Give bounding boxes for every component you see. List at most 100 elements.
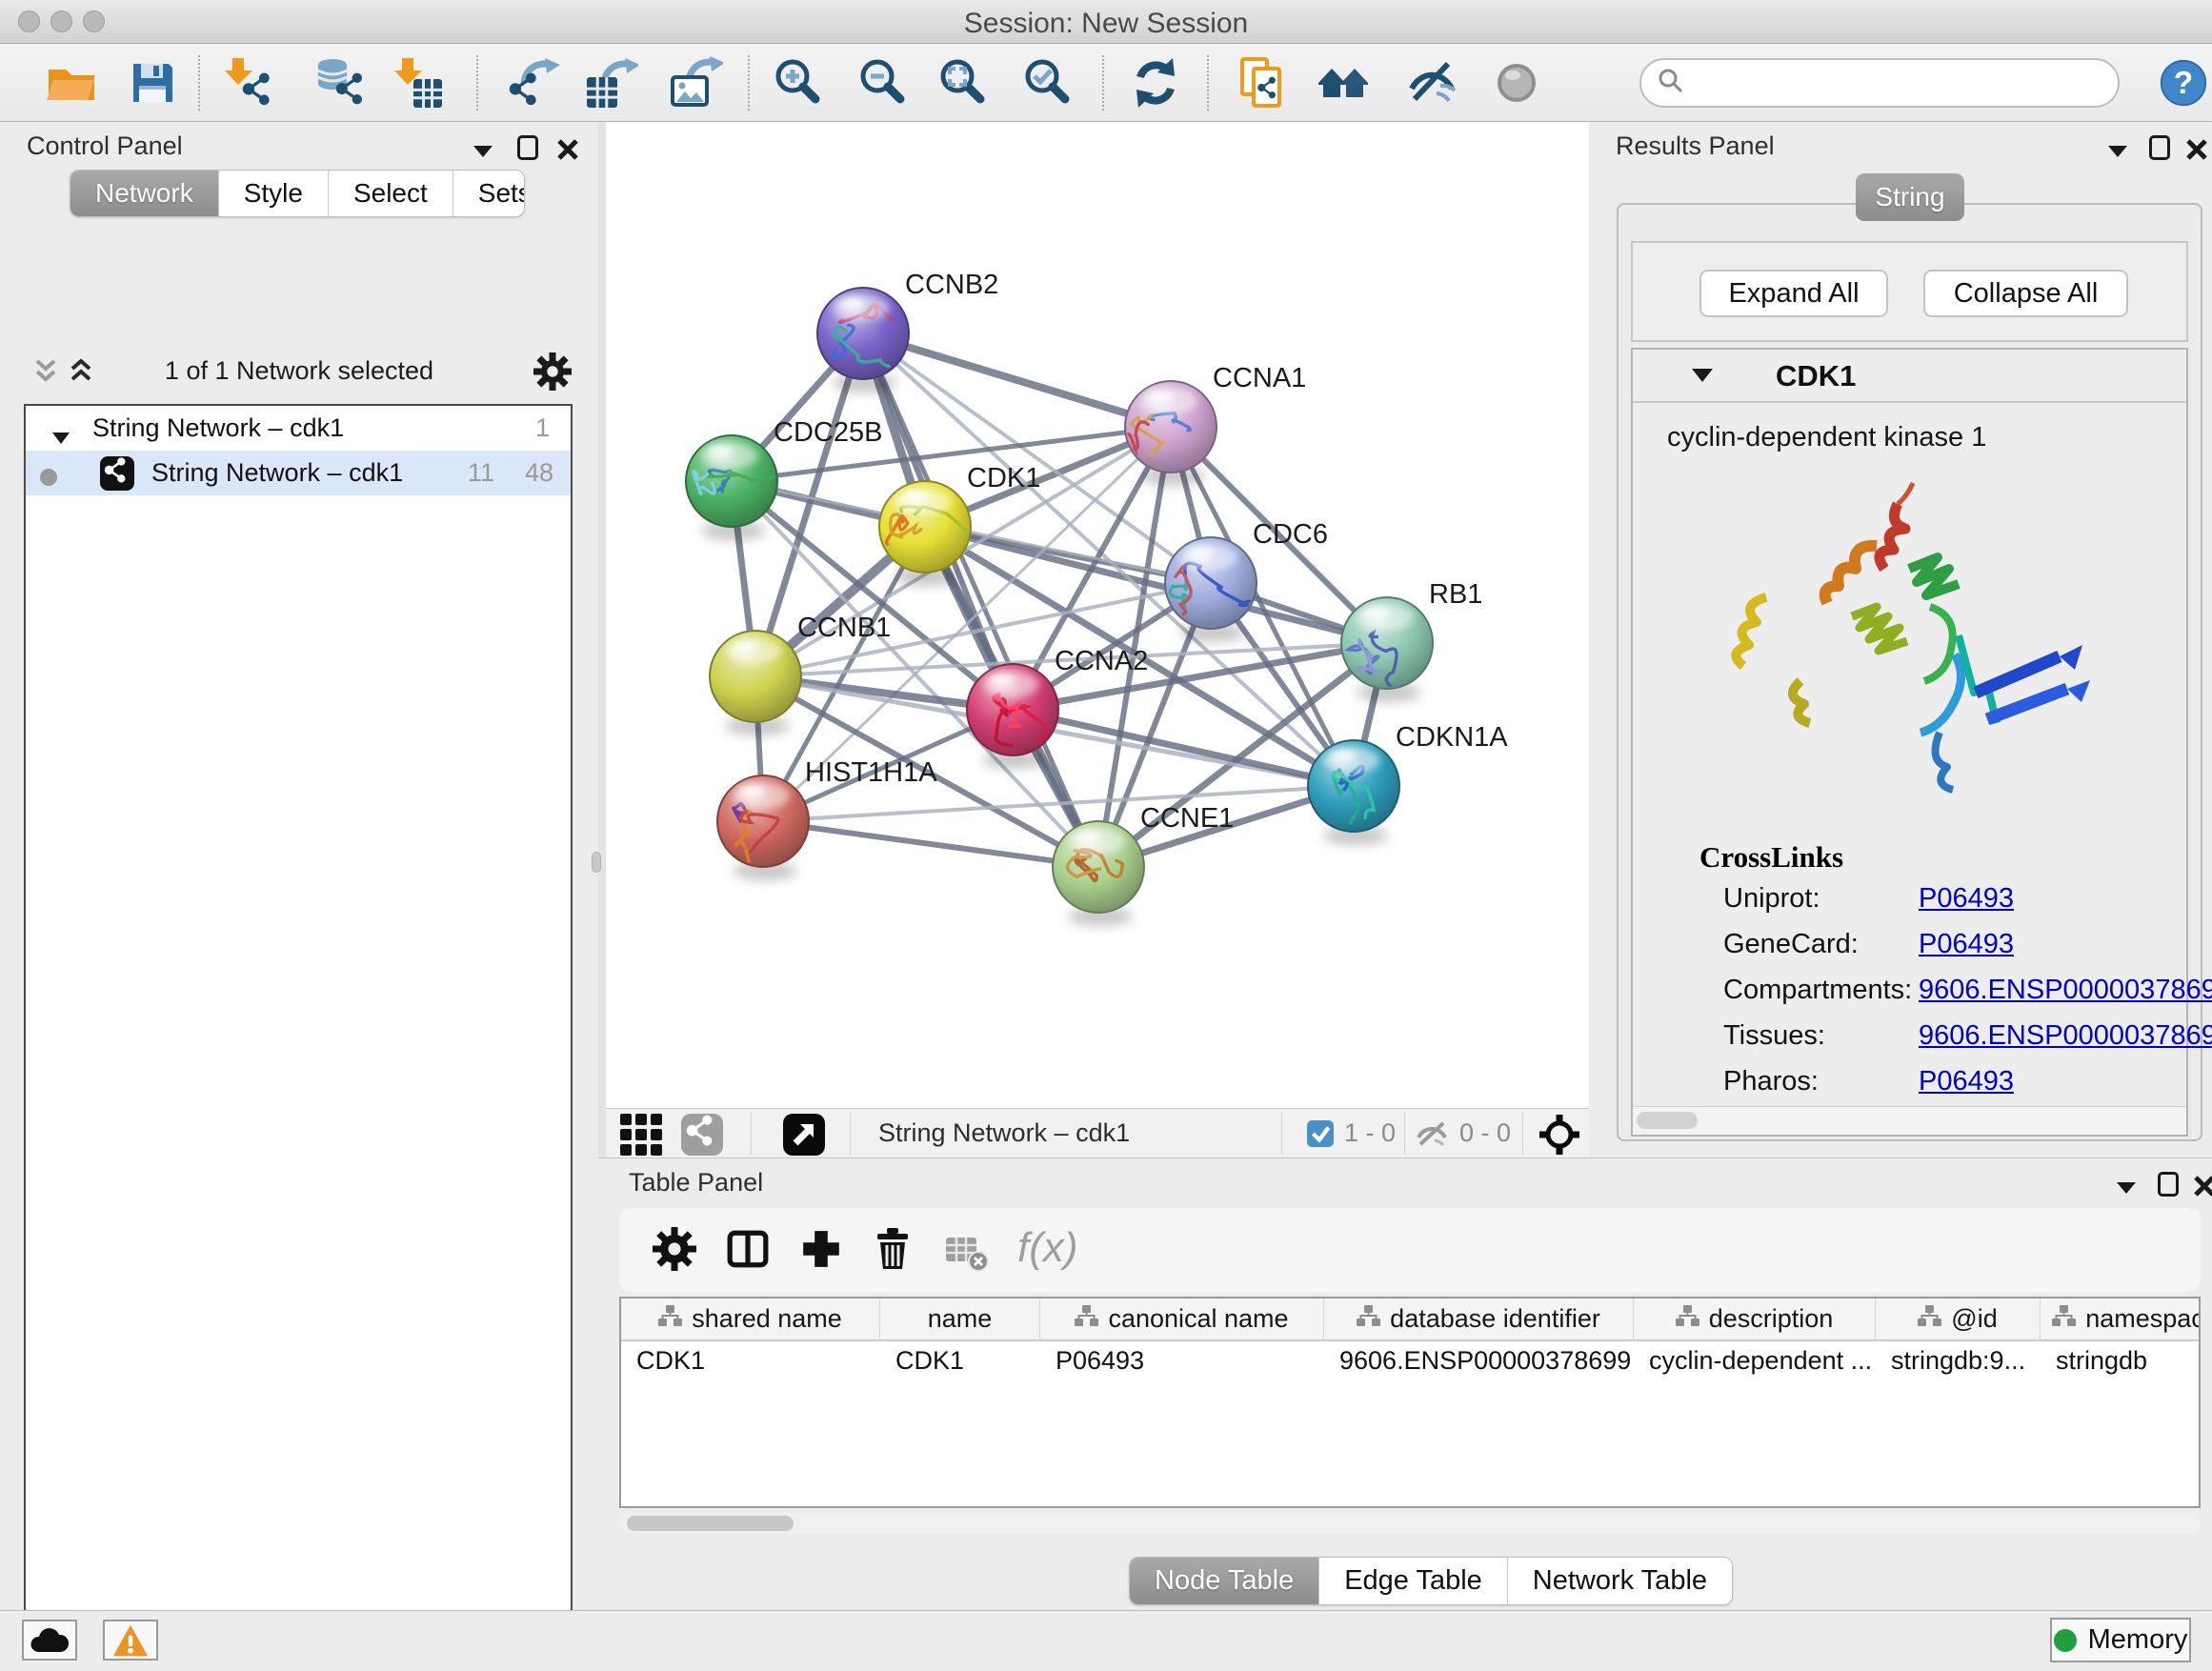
export-table-button[interactable]	[585, 56, 638, 110]
column-header-sharedname[interactable]: shared name	[621, 1299, 880, 1339]
refresh-button[interactable]	[1129, 56, 1182, 110]
hidden-eye-icon[interactable]	[1416, 1120, 1448, 1152]
crosslink-link[interactable]: 9606.ENSP00000378699	[1919, 1020, 2212, 1052]
crosslink-row: Uniprot:P06493	[1723, 883, 2171, 928]
column-header-namespace[interactable]: namespace	[2041, 1299, 2201, 1339]
crosslink-label: Compartments:	[1723, 975, 1912, 1005]
zoom-selected-button[interactable]	[1021, 56, 1075, 110]
tab-network[interactable]: Network	[70, 171, 219, 216]
splitter-handle[interactable]	[592, 852, 601, 873]
tab-style[interactable]: Style	[219, 171, 329, 216]
open-session-button[interactable]	[45, 56, 98, 110]
expand-all-button[interactable]: Expand All	[1699, 270, 1888, 317]
float-panel-icon[interactable]	[2149, 135, 2170, 165]
string-results-box: Expand All Collapse All CDK1 cyclin-depe…	[1617, 203, 2202, 1141]
gene-section-header[interactable]: CDK1	[1633, 350, 2186, 403]
zoom-out-button[interactable]	[856, 56, 910, 110]
scrollbar-thumb[interactable]	[627, 1516, 794, 1531]
crosslink-link[interactable]: P06493	[1919, 1066, 2014, 1097]
show-panel-button[interactable]	[1490, 56, 1543, 110]
crosslink-link[interactable]: P06493	[1919, 883, 2014, 915]
home-networks-button[interactable]	[1317, 56, 1371, 110]
copy-network-button[interactable]	[1237, 56, 1291, 110]
window-title: Session: New Session	[0, 8, 2212, 40]
close-panel-icon[interactable]	[2184, 137, 2209, 167]
network-node-CDKN1A	[1308, 740, 1399, 832]
table-row[interactable]: CDK1CDK1P064939606.ENSP00000378699cyclin…	[621, 1341, 2199, 1381]
search-input[interactable]	[1695, 68, 2102, 99]
import-network-button[interactable]	[223, 56, 276, 110]
selected-checkbox-icon[interactable]	[1307, 1120, 1334, 1152]
show-columns-icon[interactable]	[726, 1227, 770, 1276]
network-edge	[863, 333, 1171, 427]
edge-count: 48	[525, 458, 553, 488]
expand-collapse-bar: Expand All Collapse All	[1631, 241, 2188, 342]
cloud-button[interactable]	[22, 1620, 77, 1661]
tab-select[interactable]: Select	[329, 171, 453, 216]
memory-button[interactable]: Memory	[2050, 1618, 2191, 1662]
chevron-down-icon[interactable]	[2108, 145, 2127, 162]
crosslink-link[interactable]: 9606.ENSP00000378699	[1919, 975, 2212, 1006]
zoom-in-button[interactable]	[772, 56, 825, 110]
column-header-name[interactable]: name	[880, 1299, 1040, 1339]
export-image-button[interactable]	[670, 56, 723, 110]
detach-view-icon[interactable]	[783, 1114, 825, 1160]
warning-button[interactable]	[103, 1620, 158, 1661]
node-label: CDKN1A	[1396, 722, 1508, 753]
control-panel-title: Control Panel	[27, 131, 183, 161]
crosslink-link[interactable]: P06493	[1919, 929, 2014, 960]
network-node-CCNB1	[710, 631, 801, 722]
zoom-fit-button[interactable]	[936, 56, 990, 110]
network-badge-icon[interactable]	[681, 1114, 723, 1160]
table-settings-gear-icon[interactable]	[653, 1227, 696, 1276]
add-column-icon[interactable]	[799, 1227, 843, 1276]
table-cell: CDK1	[880, 1341, 1040, 1381]
tree-expander-icon[interactable]	[52, 421, 70, 451]
hide-panel-button[interactable]	[1405, 56, 1458, 110]
section-collapse-icon[interactable]	[1692, 369, 1713, 387]
network-canvas[interactable]: CCNB2CCNA1CDC25BCDK1CDC6RB1CCNB1CCNA2CDK…	[606, 122, 1589, 1108]
network-status-dot-icon	[39, 464, 58, 493]
column-header-databaseidentifier[interactable]: database identifier	[1324, 1299, 1634, 1339]
results-scrollbar[interactable]	[1633, 1106, 2186, 1135]
chevron-down-icon[interactable]	[2117, 1181, 2136, 1198]
network-collection-row[interactable]: String Network – cdk1 1	[26, 406, 571, 451]
help-button[interactable]: ?	[2159, 58, 2212, 111]
crosslink-row: GeneCard:P06493	[1723, 929, 2171, 974]
close-panel-icon[interactable]	[2192, 1174, 2212, 1203]
node-label: CDC25B	[774, 417, 882, 448]
close-panel-icon[interactable]	[555, 137, 580, 167]
table-horizontal-scrollbar[interactable]	[619, 1513, 2201, 1534]
float-panel-icon[interactable]	[2158, 1172, 2179, 1201]
column-header-canonicalname[interactable]: canonical name	[1040, 1299, 1324, 1339]
column-header-id[interactable]: @id	[1876, 1299, 2041, 1339]
save-session-button[interactable]	[126, 56, 179, 110]
tab-sets[interactable]: Sets	[453, 171, 525, 216]
fit-selection-crosshair-icon[interactable]	[1538, 1114, 1580, 1160]
tree-column-icon	[1075, 1304, 1098, 1334]
status-bar: Memory	[0, 1610, 2212, 1671]
import-database-button[interactable]	[314, 56, 368, 110]
network-row[interactable]: String Network – cdk1 11 48	[26, 451, 571, 495]
crosslinks-title: CrossLinks	[1699, 840, 1843, 875]
table-cell: 9606.ENSP00000378699	[1324, 1341, 1634, 1381]
tab-edge-table[interactable]: Edge Table	[1319, 1558, 1508, 1604]
node-label: CCNB1	[797, 613, 891, 643]
control-panel: Control Panel NetworkStyleSelectSets 1 o…	[0, 122, 598, 1610]
chevron-down-icon[interactable]	[473, 145, 493, 162]
network-node-RB1	[1341, 597, 1433, 689]
delete-column-trash-icon[interactable]	[871, 1227, 915, 1276]
network-node-CDC6	[1165, 537, 1257, 629]
tab-string[interactable]: String	[1856, 173, 1964, 221]
show-grid-icon[interactable]	[619, 1114, 663, 1160]
table-cell: P06493	[1040, 1341, 1324, 1381]
gear-icon[interactable]	[533, 352, 572, 395]
export-network-button[interactable]	[509, 56, 562, 110]
column-header-description[interactable]: description	[1634, 1299, 1876, 1339]
tab-network-table[interactable]: Network Table	[1508, 1558, 1732, 1604]
svg-text:f(x): f(x)	[1017, 1224, 1078, 1271]
float-panel-icon[interactable]	[517, 135, 538, 165]
tab-node-table[interactable]: Node Table	[1130, 1558, 1319, 1604]
import-table-button[interactable]	[391, 56, 444, 110]
collapse-all-button[interactable]: Collapse All	[1923, 270, 2128, 317]
